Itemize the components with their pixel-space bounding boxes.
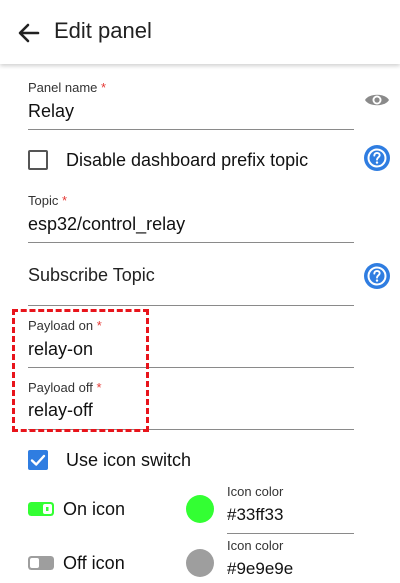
off-icon-color-input[interactable]: #9e9e9e [227, 559, 293, 579]
topic-underline [28, 242, 354, 243]
toggle-off-icon [28, 556, 54, 570]
panel-name-underline [28, 129, 354, 130]
on-icon-color-underline [227, 533, 354, 534]
topic-label: Topic * [28, 193, 67, 208]
panel-name-input[interactable]: Relay [28, 101, 74, 122]
subscribe-topic-input[interactable]: Subscribe Topic [28, 265, 155, 286]
on-icon-label[interactable]: On icon [63, 499, 125, 520]
off-icon-label[interactable]: Off icon [63, 553, 125, 574]
toggle-on-icon [28, 502, 54, 516]
disable-prefix-checkbox[interactable] [28, 150, 48, 170]
question-mark-glyph [367, 148, 387, 168]
off-icon-color-label: Icon color [227, 538, 284, 553]
use-icon-switch-checkbox[interactable] [28, 450, 48, 470]
question-mark-glyph [367, 266, 387, 286]
page-title: Edit panel [54, 18, 152, 43]
disable-prefix-label: Disable dashboard prefix topic [66, 150, 309, 170]
panel-name-label-text: Panel name [28, 80, 98, 95]
on-icon-color-swatch[interactable] [186, 495, 214, 523]
use-icon-switch-label: Use icon switch [66, 450, 192, 470]
checkmark-icon [30, 454, 46, 466]
topic-label-text: Topic [28, 193, 59, 208]
topic-input[interactable]: esp32/control_relay [28, 214, 185, 235]
highlight-annotation-box [12, 309, 149, 432]
on-icon-color-label: Icon color [227, 484, 284, 499]
subscribe-topic-underline [28, 305, 354, 306]
eye-icon[interactable] [364, 90, 390, 110]
off-icon-color-swatch[interactable] [186, 549, 214, 577]
help-icon[interactable] [364, 145, 390, 171]
arrow-left-icon [18, 23, 40, 43]
back-button[interactable] [14, 18, 44, 48]
required-mark: * [101, 80, 107, 95]
help-icon[interactable] [364, 263, 390, 289]
on-icon-color-input[interactable]: #33ff33 [227, 505, 283, 525]
app-bar: Edit panel [0, 0, 400, 64]
required-mark: * [61, 193, 68, 208]
panel-name-label: Panel name * [28, 80, 106, 95]
